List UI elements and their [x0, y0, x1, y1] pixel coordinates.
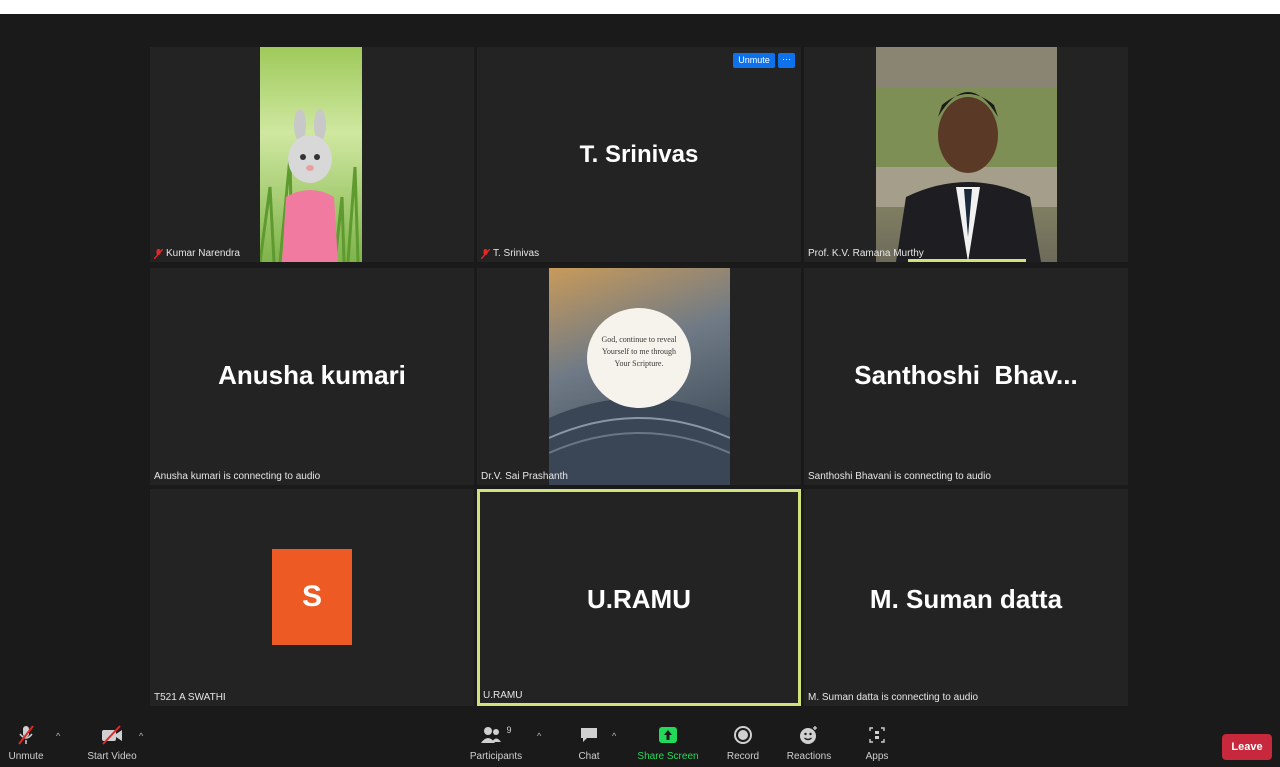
tile-status-label: Anusha kumari is connecting to audio	[154, 471, 321, 482]
chat-button[interactable]: Chat	[574, 722, 604, 762]
tile-t-srinivas[interactable]: Unmute ··· T. Srinivas T. Srinivas	[477, 47, 801, 262]
kumar-video	[258, 47, 362, 262]
participants-count: 9	[506, 725, 512, 735]
tile-status-label: M. Suman datta is connecting to audio	[808, 692, 979, 703]
participants-button[interactable]: 9 Participants	[466, 722, 526, 762]
record-icon	[734, 726, 752, 744]
video-off-icon	[102, 725, 122, 745]
tile-name-label: U.RAMU	[483, 690, 523, 701]
tile-anusha-kumari[interactable]: Anusha kumari Anusha kumari is connectin…	[150, 268, 474, 485]
start-video-button[interactable]: Start Video	[84, 722, 140, 762]
tile-name-label: T521 A SWATHI	[154, 692, 226, 703]
unmute-request-button[interactable]: Unmute	[733, 53, 775, 68]
leave-button[interactable]: Leave	[1222, 734, 1272, 760]
chat-icon	[581, 728, 597, 742]
reactions-icon	[800, 726, 817, 744]
chat-options-chevron-icon[interactable]: ^	[612, 731, 616, 741]
tile-name-label: Prof. K.V. Ramana Murthy	[808, 248, 924, 259]
unmute-button[interactable]: Unmute	[8, 722, 44, 762]
participants-options-chevron-icon[interactable]: ^	[537, 731, 541, 741]
speaking-indicator	[908, 259, 1026, 262]
tile-status-label: Santhoshi Bhavani is connecting to audio	[808, 471, 991, 482]
tile-u-ramu[interactable]: U.RAMU U.RAMU	[477, 489, 801, 706]
record-button[interactable]: Record	[722, 722, 764, 762]
participant-display-name: Santhoshi Bhav...	[854, 360, 1078, 390]
share-screen-button[interactable]: Share Screen	[634, 722, 702, 762]
tile-ramana-murthy[interactable]: Prof. K.V. Ramana Murthy	[804, 47, 1128, 262]
participant-display-name: Anusha kumari	[218, 360, 406, 390]
tile-name-label: Dr.V. Sai Prashanth	[481, 471, 568, 482]
mic-muted-icon	[18, 725, 34, 745]
audio-options-chevron-icon[interactable]: ^	[56, 731, 60, 741]
participant-display-name: U.RAMU	[587, 584, 691, 614]
mic-muted-icon	[481, 248, 490, 259]
participants-icon	[481, 727, 502, 743]
avatar: S	[272, 549, 352, 645]
video-options-chevron-icon[interactable]: ^	[139, 731, 143, 741]
ramana-video	[876, 47, 1057, 262]
tile-sai-prashanth[interactable]: God, continue to reveal Yourself to me t…	[477, 268, 801, 485]
reactions-button[interactable]: Reactions	[784, 722, 834, 762]
apps-icon	[869, 727, 885, 743]
tile-kumar-narendra[interactable]: Kumar Narendra	[150, 47, 474, 262]
scripture-quote: God, continue to reveal Yourself to me t…	[601, 335, 677, 368]
tile-m-suman-datta[interactable]: M. Suman datta M. Suman datta is connect…	[804, 489, 1128, 706]
sai-video: God, continue to reveal Yourself to me t…	[548, 268, 731, 485]
tile-t521-a-swathi[interactable]: S T521 A SWATHI	[150, 489, 474, 706]
participant-display-name: T. Srinivas	[579, 141, 699, 168]
tile-name-label: T. Srinivas	[481, 248, 539, 259]
top-strip	[0, 0, 1280, 14]
video-gallery: Kumar Narendra Unmute ··· T. Srinivas T.…	[0, 14, 1280, 717]
tile-santhoshi-bhavani[interactable]: Santhoshi Bhav... Santhoshi Bhavani is c…	[804, 268, 1128, 485]
share-screen-icon	[659, 727, 677, 743]
tile-more-button[interactable]: ···	[778, 53, 795, 68]
meeting-toolbar: Unmute ^ Start Video ^ 9 Participants ^ …	[0, 717, 1280, 767]
tile-name-label: Kumar Narendra	[154, 248, 240, 259]
apps-button[interactable]: Apps	[860, 722, 894, 762]
participant-display-name: M. Suman datta	[869, 584, 1063, 614]
mic-muted-icon	[154, 248, 163, 259]
